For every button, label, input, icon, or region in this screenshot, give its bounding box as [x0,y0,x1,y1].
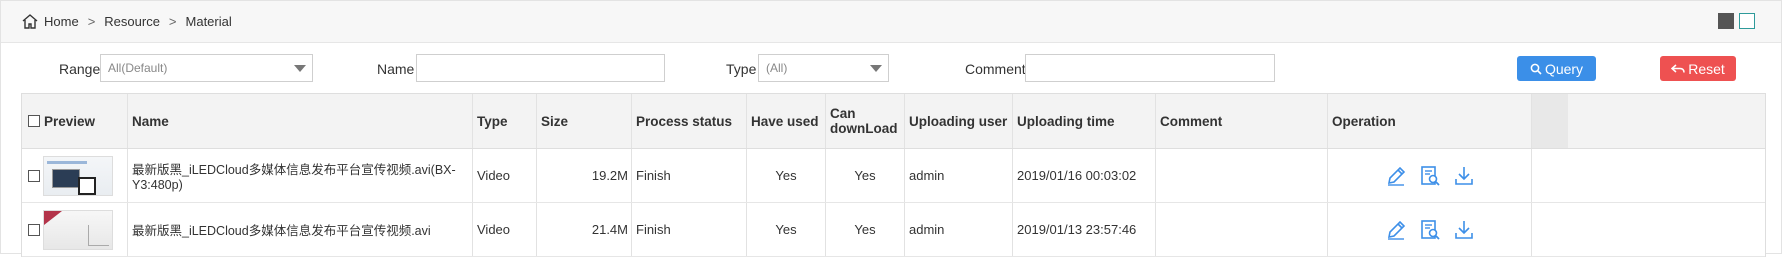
range-select[interactable]: All(Default) [100,54,313,82]
video-thumbnail[interactable] [43,209,113,250]
column-header-comment[interactable]: Comment [1156,94,1328,148]
have-used-cell: Yes [747,149,826,202]
reset-button[interactable]: Reset [1660,56,1736,81]
edit-icon[interactable] [1385,165,1407,187]
edit-icon[interactable] [1385,219,1407,241]
search-icon [1530,63,1542,75]
uploading-user-cell: admin [905,203,1013,256]
reset-button-label: Reset [1688,60,1725,77]
select-all-checkbox[interactable] [28,115,40,127]
type-cell: Video [473,149,537,202]
column-header-uploading-time[interactable]: Uploading time [1013,94,1156,148]
comment-label: Comment [965,61,1026,77]
row-checkbox[interactable] [28,223,40,236]
type-label: Type [726,61,757,77]
type-cell: Video [473,203,537,256]
operation-cell [1328,149,1532,202]
dark-view-toggle[interactable] [1718,13,1734,29]
comment-input[interactable] [1025,54,1275,82]
row-checkbox[interactable] [28,169,40,182]
material-panel: Home > Resource > Material Range All(Def… [0,0,1782,257]
breadcrumb-resource[interactable]: Resource [104,14,160,29]
column-header-have-used[interactable]: Have used [747,94,826,148]
name-cell: 最新版黑_iLEDCloud多媒体信息发布平台宣传视频.avi [128,203,473,256]
query-button-label: Query [1544,60,1584,77]
comment-cell [1156,149,1328,202]
have-used-cell: Yes [747,203,826,256]
breadcrumb-material: Material [185,14,232,29]
status-cell: Finish [632,203,747,256]
chevron-down-icon [870,65,882,72]
table-row[interactable]: 最新版黑_iLEDCloud多媒体信息发布平台宣传视频.avi(BX-Y3:48… [22,149,1765,203]
filter-bar: Range All(Default) Name Type (All) Comme… [1,54,1781,84]
preview-cell [40,149,128,202]
name-label: Name [377,61,415,77]
undo-icon [1671,63,1685,73]
column-header-can-download[interactable]: Can downLoad [826,94,905,148]
name-input[interactable] [416,54,665,82]
chevron-down-icon [294,65,306,72]
video-thumbnail[interactable] [43,155,113,196]
can-download-cell: Yes [826,149,905,202]
preview-icon[interactable] [1419,219,1441,241]
preview-icon[interactable] [1419,165,1441,187]
uploading-time-cell: 2019/01/13 23:57:46 [1013,203,1156,256]
comment-cell [1156,203,1328,256]
breadcrumb-bar: Home > Resource > Material [1,1,1781,43]
column-header-name[interactable]: Name [128,94,473,148]
download-icon[interactable] [1453,219,1475,241]
breadcrumb-home[interactable]: Home [44,14,79,29]
light-view-toggle[interactable] [1739,13,1755,29]
query-button[interactable]: Query [1517,56,1596,81]
download-icon[interactable] [1453,165,1475,187]
operation-cell [1328,203,1532,256]
breadcrumb-separator: > [87,14,96,29]
column-header-preview[interactable]: Preview [40,94,128,148]
table-row[interactable]: 最新版黑_iLEDCloud多媒体信息发布平台宣传视频.avi Video 21… [22,203,1765,257]
column-header-operation: Operation [1328,94,1532,148]
type-select[interactable]: (All) [758,54,889,82]
view-toggles [1718,13,1755,29]
size-cell: 21.4M [537,203,632,256]
breadcrumb: Home > Resource > Material [21,13,232,30]
column-header-type[interactable]: Type [473,94,537,148]
column-header-process-status[interactable]: Process status [632,94,747,148]
scrollbar-gutter [1532,94,1568,148]
breadcrumb-separator: > [168,14,177,29]
range-select-value: All(Default) [108,61,168,75]
can-download-cell: Yes [826,203,905,256]
size-cell: 19.2M [537,149,632,202]
uploading-time-cell: 2019/01/16 00:03:02 [1013,149,1156,202]
status-cell: Finish [632,149,747,202]
range-label: Range [59,61,101,77]
uploading-user-cell: admin [905,149,1013,202]
preview-cell [40,203,128,256]
name-cell: 最新版黑_iLEDCloud多媒体信息发布平台宣传视频.avi(BX-Y3:48… [128,149,473,202]
material-table: Preview Name Type Size Process status Ha… [21,93,1766,257]
column-header-uploading-user[interactable]: Uploading user [905,94,1013,148]
home-icon[interactable] [21,13,39,30]
column-header-size[interactable]: Size [537,94,632,148]
type-select-value: (All) [766,61,788,75]
table-header: Preview Name Type Size Process status Ha… [22,94,1765,149]
